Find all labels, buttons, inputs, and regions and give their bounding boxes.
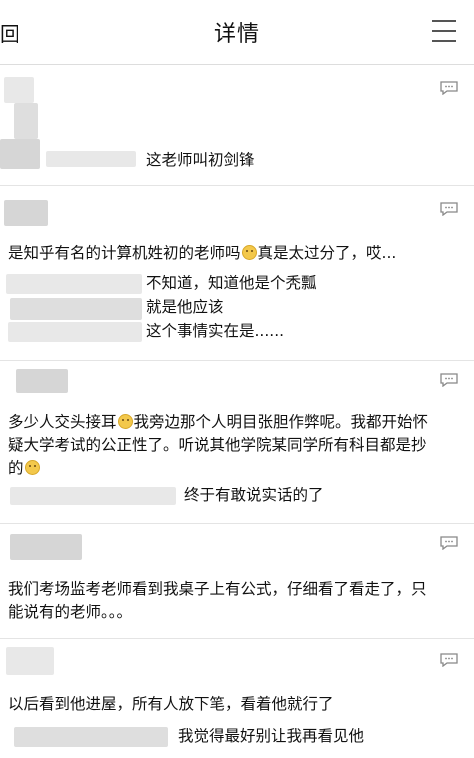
- reply-text: 我觉得最好别让我再看见他: [178, 727, 365, 745]
- comment-text: 以后看到他进屋，所有人放下笔，看着他就行了: [8, 695, 334, 713]
- reply-icon[interactable]: [440, 202, 458, 216]
- reply-icon[interactable]: [440, 373, 458, 387]
- blurred-avatar: [4, 200, 48, 226]
- page-title: 详情: [213, 22, 260, 47]
- comment-item: 我们考场监考老师看到我桌子上有公式，仔细看了看走了，只 能说有的老师。。。: [0, 524, 474, 639]
- thinking-emoji-icon: [241, 245, 257, 260]
- comment-item: 多少人交头接耳 我旁边那个人明目张胆作弊呢。我都开始怀 疑大学考试的公正性了。听说…: [0, 361, 474, 524]
- blurred-username: [0, 139, 40, 169]
- reply-icon[interactable]: [440, 536, 458, 550]
- blurred-avatar: [4, 77, 34, 103]
- awkward-emoji-icon: [24, 460, 40, 475]
- reply-text: 终于有敢说实话的了: [184, 486, 324, 504]
- reply-text: 不知道，知道他是个秃瓢: [146, 274, 317, 292]
- menu-icon[interactable]: [432, 20, 456, 42]
- comment-item: 这老师叫初剑锋: [0, 65, 474, 186]
- blurred-reply-user: [10, 487, 176, 505]
- comment-text: 多少人交头接耳 我旁边那个人明目张胆作弊呢。我都开始怀: [8, 413, 429, 431]
- blurred-avatar: [6, 647, 54, 675]
- blurred-reply-user: [8, 322, 142, 342]
- blurred-reply-user: [14, 727, 168, 747]
- comment-text: 这老师叫初剑锋: [146, 151, 255, 169]
- blurred-avatar: [10, 534, 82, 560]
- reply-icon[interactable]: [440, 653, 458, 667]
- comment-text: 能说有的老师。。。: [8, 603, 133, 621]
- reply-icon[interactable]: [440, 81, 458, 95]
- blurred-text: [46, 151, 136, 167]
- comment-item: 是知乎有名的计算机姓初的老师吗 真是太过分了，哎... 不知道，知道他是个秃瓢 就…: [0, 186, 474, 361]
- reply-text: 就是他应该: [146, 298, 224, 316]
- top-bar: 回 详情: [0, 0, 474, 65]
- blurred-reply-user: [6, 274, 142, 294]
- reply-text: 这个事情实在是......: [146, 322, 285, 340]
- blurred-reply-user: [10, 298, 142, 320]
- comment-text: 我们考场监考老师看到我桌子上有公式，仔细看了看走了，只: [8, 580, 427, 598]
- smile-emoji-icon: [117, 414, 133, 429]
- comment-text: 的: [8, 457, 41, 480]
- blurred-avatar: [16, 369, 68, 393]
- comment-text: 疑大学考试的公正性了。听说其他学院某同学所有科目都是抄: [8, 436, 427, 454]
- blurred-username: [14, 103, 38, 139]
- comment-text: 是知乎有名的计算机姓初的老师吗 真是太过分了，哎...: [8, 244, 397, 262]
- comment-item: 以后看到他进屋，所有人放下笔，看着他就行了 我觉得最好别让我再看见他: [0, 639, 474, 758]
